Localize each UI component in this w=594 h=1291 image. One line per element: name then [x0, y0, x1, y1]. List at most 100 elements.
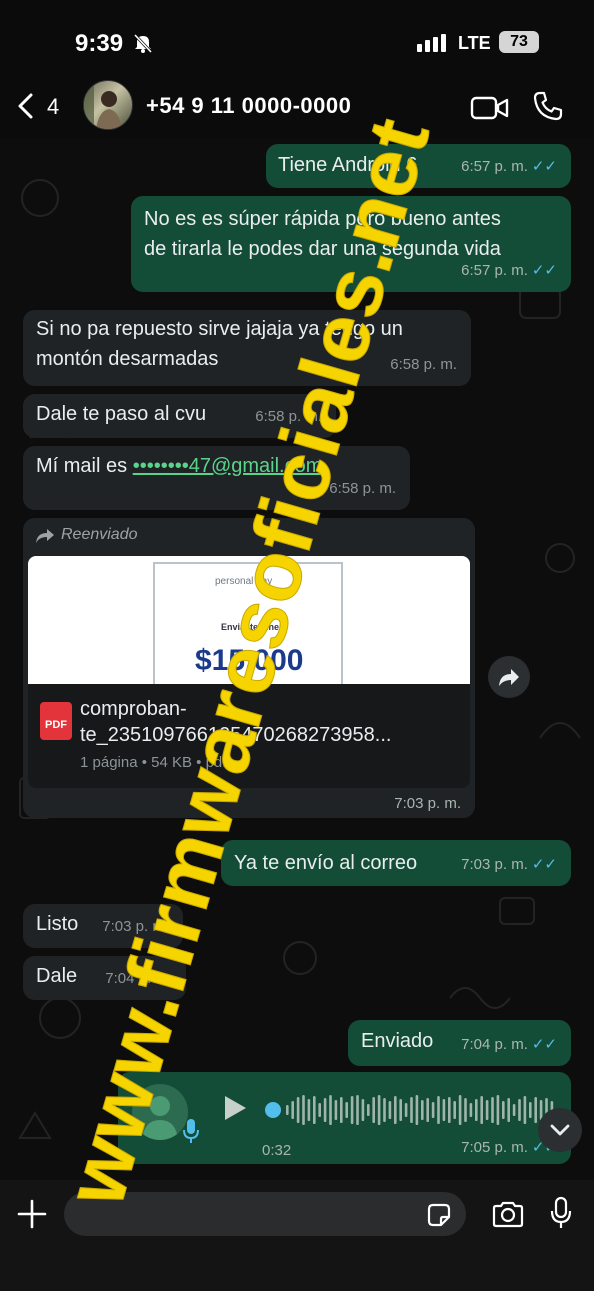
waveform-bar — [469, 1103, 473, 1117]
message-outgoing[interactable]: Tiene Android 6 6:57 p. m. ✓✓ — [266, 144, 571, 188]
signal-icon — [417, 34, 446, 52]
read-ticks-icon: ✓✓ — [531, 1036, 557, 1053]
waveform-bar — [340, 1097, 343, 1123]
waveform-bar — [394, 1096, 397, 1124]
waveform-bar — [529, 1102, 532, 1118]
message-time: 6:57 p. m. ✓✓ — [461, 262, 557, 279]
receipt-subtitle: Enviaste dinero — [221, 622, 289, 632]
status-bar: 9:39 LTE 73 — [0, 0, 594, 80]
waveform-bar — [372, 1097, 375, 1123]
waveform-bar — [329, 1095, 332, 1125]
waveform-bar — [496, 1095, 500, 1125]
waveform-bar — [431, 1102, 435, 1118]
back-arrow-icon[interactable] — [14, 92, 40, 120]
waveform-bar — [356, 1095, 359, 1125]
receipt-amount: $15.000 — [195, 644, 304, 677]
message-incoming[interactable]: Listo 7:03 p. m. — [23, 904, 183, 948]
contact-avatar[interactable] — [83, 80, 133, 130]
share-button[interactable] — [488, 656, 530, 698]
chat-area[interactable]: Tiene Android 6 6:57 p. m. ✓✓ No es es sú… — [0, 138, 594, 1180]
unread-count[interactable]: 4 — [47, 94, 59, 120]
waveform-bar — [523, 1096, 527, 1124]
waveform-bar — [458, 1095, 462, 1125]
message-time: 6:57 p. m. ✓✓ — [461, 158, 557, 175]
camera-icon[interactable] — [491, 1200, 525, 1228]
forward-arrow-icon — [36, 529, 54, 543]
waveform-bar — [383, 1098, 386, 1122]
waveform-bar — [302, 1095, 305, 1125]
waveform-bar — [323, 1098, 327, 1122]
voice-message[interactable]: 0:32 7:05 p. m. ✓✓ — [118, 1072, 571, 1164]
waveform-bar — [361, 1099, 365, 1121]
waveform-bar — [491, 1097, 494, 1123]
waveform-bar — [367, 1104, 370, 1116]
scroll-to-bottom-button[interactable] — [538, 1108, 582, 1152]
waveform-bar — [480, 1096, 483, 1124]
voice-duration: 0:32 — [262, 1142, 292, 1159]
read-ticks-icon: ✓✓ — [531, 856, 557, 873]
waveform-bar — [534, 1097, 537, 1123]
waveform-bar — [426, 1098, 429, 1122]
message-text: No es es súper rápida pero bueno antes d… — [144, 208, 501, 260]
message-time: 6:58 p. m. — [255, 408, 322, 425]
share-arrow-icon — [499, 669, 519, 686]
waveform-bar — [475, 1099, 478, 1121]
muted-bell-icon — [133, 33, 153, 54]
message-time: 6:58 p. m. — [329, 480, 396, 497]
message-outgoing[interactable]: No es es súper rápida pero bueno antes d… — [131, 196, 571, 292]
document-details: 1 página • 54 KB • pdf — [80, 754, 227, 771]
waveform-bar — [437, 1096, 440, 1124]
avatar-photo-icon — [84, 81, 122, 129]
message-time: 7:03 p. m. — [394, 795, 461, 812]
waveform-bar — [345, 1102, 348, 1118]
message-incoming[interactable]: Dale 7:04 p. m. — [23, 956, 186, 1000]
audio-waveform[interactable] — [264, 1088, 560, 1132]
chevron-down-icon — [550, 1124, 570, 1136]
waveform-bar — [399, 1099, 402, 1121]
message-incoming[interactable]: Mí mail es ••••••••47@gmail.com 6:58 p. … — [23, 446, 410, 510]
document-info-bar[interactable]: PDF comproban-te_23510976612547026827395… — [28, 684, 470, 788]
message-incoming[interactable]: Dale te paso al cvu 6:58 p. m. — [23, 394, 336, 438]
message-input[interactable] — [64, 1192, 466, 1236]
message-time: 7:04 p. m. — [105, 970, 172, 987]
sticker-icon[interactable] — [426, 1202, 452, 1228]
chat-header: 4 +54 9 11 0000-0000 — [0, 78, 594, 138]
sender-avatar — [132, 1084, 188, 1140]
waveform-bar — [507, 1098, 510, 1122]
waveform-bar — [313, 1096, 316, 1124]
waveform-bar — [502, 1101, 505, 1119]
waveform-bar — [388, 1101, 392, 1119]
waveform-bar — [485, 1100, 489, 1120]
contact-name[interactable]: +54 9 11 0000-0000 — [146, 93, 351, 119]
message-outgoing[interactable]: Enviado 7:04 p. m. ✓✓ — [348, 1020, 571, 1066]
message-outgoing[interactable]: Ya te envío al correo 7:03 p. m. ✓✓ — [221, 840, 571, 886]
waveform-bar — [296, 1097, 300, 1123]
phone-call-icon[interactable] — [532, 90, 564, 122]
forwarded-label: Reenviado — [61, 526, 138, 543]
video-call-icon[interactable] — [470, 94, 510, 122]
status-time: 9:39 — [75, 30, 124, 57]
waveform-bar — [286, 1105, 289, 1115]
waveform-bar — [377, 1095, 381, 1125]
email-link[interactable]: ••••••••47@gmail.com — [133, 455, 323, 477]
pdf-file-icon: PDF — [40, 702, 72, 740]
document-preview[interactable]: personal pay Enviaste dinero $15.000 — [28, 556, 470, 684]
message-time: 7:03 p. m. — [102, 918, 169, 935]
battery-indicator: 73 — [499, 31, 539, 53]
waveform-bar — [334, 1100, 338, 1120]
waveform-bar — [512, 1104, 516, 1116]
microphone-icon — [183, 1119, 199, 1143]
message-time: 7:04 p. m. ✓✓ — [461, 1036, 557, 1053]
waveform-bar — [518, 1099, 521, 1121]
avatar-person-icon — [142, 1096, 178, 1140]
waveform-bar — [448, 1097, 451, 1123]
waveform-bar — [410, 1097, 413, 1123]
plus-icon[interactable] — [16, 1198, 48, 1230]
message-incoming[interactable]: Si no pa repuesto sirve jajaja ya tengo … — [23, 310, 471, 386]
microphone-icon[interactable] — [549, 1196, 573, 1230]
play-icon[interactable] — [222, 1094, 248, 1122]
waveform-bar — [307, 1099, 311, 1121]
waveform-bar — [453, 1101, 456, 1119]
network-type: LTE — [458, 33, 491, 53]
forwarded-document-message[interactable]: Reenviado personal pay Enviaste dinero $… — [23, 518, 475, 818]
